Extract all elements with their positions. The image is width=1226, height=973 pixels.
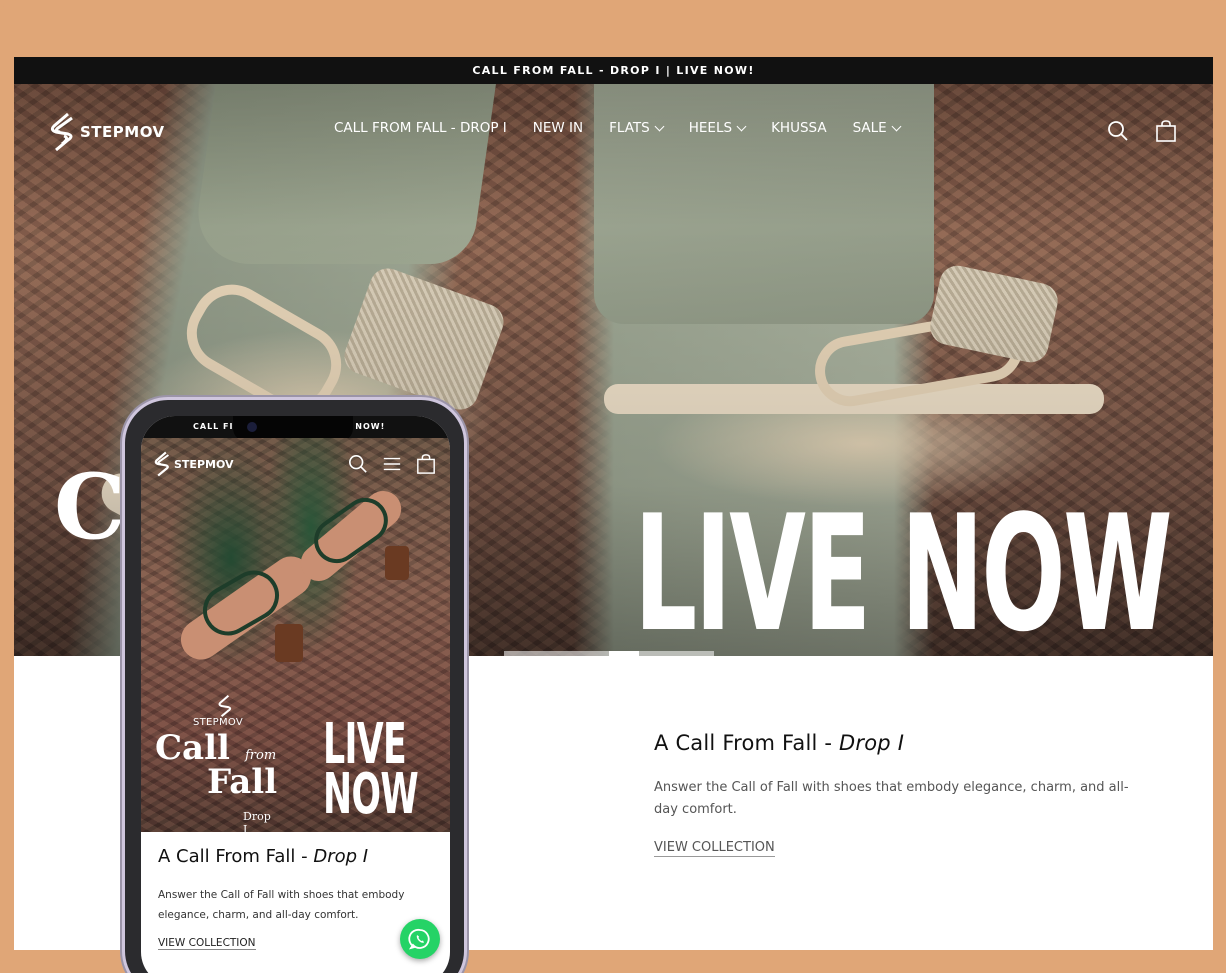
hero-headline: LIVE NOW <box>634 480 1173 656</box>
brand-logo[interactable]: STEPMOV <box>48 112 165 152</box>
mobile-announcement-left: CALL FI <box>193 422 234 431</box>
header-icons <box>1107 120 1177 142</box>
nav-item-label: SALE <box>852 120 887 136</box>
nav-item-heels[interactable]: HEELS <box>688 120 747 136</box>
chevron-down-icon <box>736 121 747 131</box>
main-navigation: STEPMOV CALL FROM FALL - DROP I NEW IN F… <box>14 84 1213 176</box>
nav-item-new-in[interactable]: NEW IN <box>533 120 583 136</box>
menu-icon[interactable] <box>382 454 402 474</box>
collection-description: Answer the Call of Fall with shoes that … <box>654 780 1129 817</box>
whatsapp-icon <box>408 928 430 950</box>
mobile-collection-title-emphasis: Drop I <box>313 846 369 867</box>
mobile-hero-heel <box>385 546 409 580</box>
nav-menu: CALL FROM FALL - DROP I NEW IN FLATS HEE… <box>334 120 902 136</box>
search-icon[interactable] <box>348 454 368 474</box>
slide-dot-active[interactable] <box>609 651 639 656</box>
collection-title: A Call From Fall - Drop I <box>654 731 1154 755</box>
mobile-hero-from: from <box>245 748 277 763</box>
mobile-brand-logo[interactable]: STEPMOV <box>153 450 234 478</box>
nav-item-label: KHUSSA <box>771 120 827 136</box>
slideshow-dots <box>504 651 714 656</box>
cart-icon[interactable] <box>416 454 436 474</box>
search-icon[interactable] <box>1107 120 1129 142</box>
nav-item-call-from-fall[interactable]: CALL FROM FALL - DROP I <box>334 120 507 136</box>
nav-item-khussa[interactable]: KHUSSA <box>771 120 827 136</box>
camera-icon <box>247 422 257 432</box>
mobile-collection-description: Answer the Call of Fall with shoes that … <box>158 889 405 921</box>
brand-name: STEPMOV <box>80 123 165 141</box>
mobile-hero-heel <box>275 624 303 662</box>
mobile-hero-drop: Drop I <box>243 810 271 832</box>
collection-block: A Call From Fall - Drop I Answer the Cal… <box>654 731 1154 857</box>
cart-icon[interactable] <box>1155 120 1177 142</box>
mobile-collection-title-text: A Call From Fall - <box>158 846 314 867</box>
chevron-down-icon <box>891 121 902 131</box>
nav-item-label: CALL FROM FALL - DROP I <box>334 120 507 136</box>
view-collection-link[interactable]: VIEW COLLECTION <box>654 840 775 857</box>
mobile-brand-name: STEPMOV <box>174 457 234 471</box>
chevron-down-icon <box>654 121 665 131</box>
collection-title-emphasis: Drop I <box>839 731 905 755</box>
slide-dot[interactable] <box>639 651 714 656</box>
mobile-hero-fall: Fall <box>207 762 278 802</box>
mobile-screen: CALL FI E NOW! STEPMOV Call from Fall Dr… <box>141 416 450 973</box>
mobile-hero-brand-mark-icon <box>218 694 232 718</box>
mobile-hero-call-from-fall: Call from Fall Drop I <box>155 728 278 832</box>
announcement-bar: CALL FROM FALL - DROP I | LIVE NOW! <box>14 57 1213 84</box>
mobile-header-icons <box>348 454 436 474</box>
mobile-collection-block: A Call From Fall - Drop I Answer the Cal… <box>158 846 438 951</box>
mobile-hero-headline: LIVE NOW <box>323 717 419 827</box>
mobile-view-collection-link[interactable]: VIEW COLLECTION <box>158 937 256 950</box>
slide-dot[interactable] <box>504 651 609 656</box>
nav-item-label: NEW IN <box>532 120 584 136</box>
mobile-brand-mark-icon <box>154 451 169 477</box>
collection-title-text: A Call From Fall - <box>654 731 840 755</box>
mobile-hero-now: NOW <box>323 762 419 827</box>
nav-item-label: FLATS <box>609 120 650 136</box>
brand-mark-icon <box>50 112 73 152</box>
nav-item-flats[interactable]: FLATS <box>609 120 665 136</box>
mobile-phone-mockup: CALL FI E NOW! STEPMOV Call from Fall Dr… <box>122 397 467 973</box>
nav-item-label: HEELS <box>688 120 733 136</box>
nav-item-sale[interactable]: SALE <box>852 120 902 136</box>
mobile-hero-brand: STEPMOV <box>193 717 244 728</box>
whatsapp-button[interactable] <box>400 919 440 959</box>
mobile-hero-banner[interactable]: STEPMOV Call from Fall Drop I LIVE NOW <box>141 438 450 832</box>
mobile-collection-title: A Call From Fall - Drop I <box>158 846 438 867</box>
